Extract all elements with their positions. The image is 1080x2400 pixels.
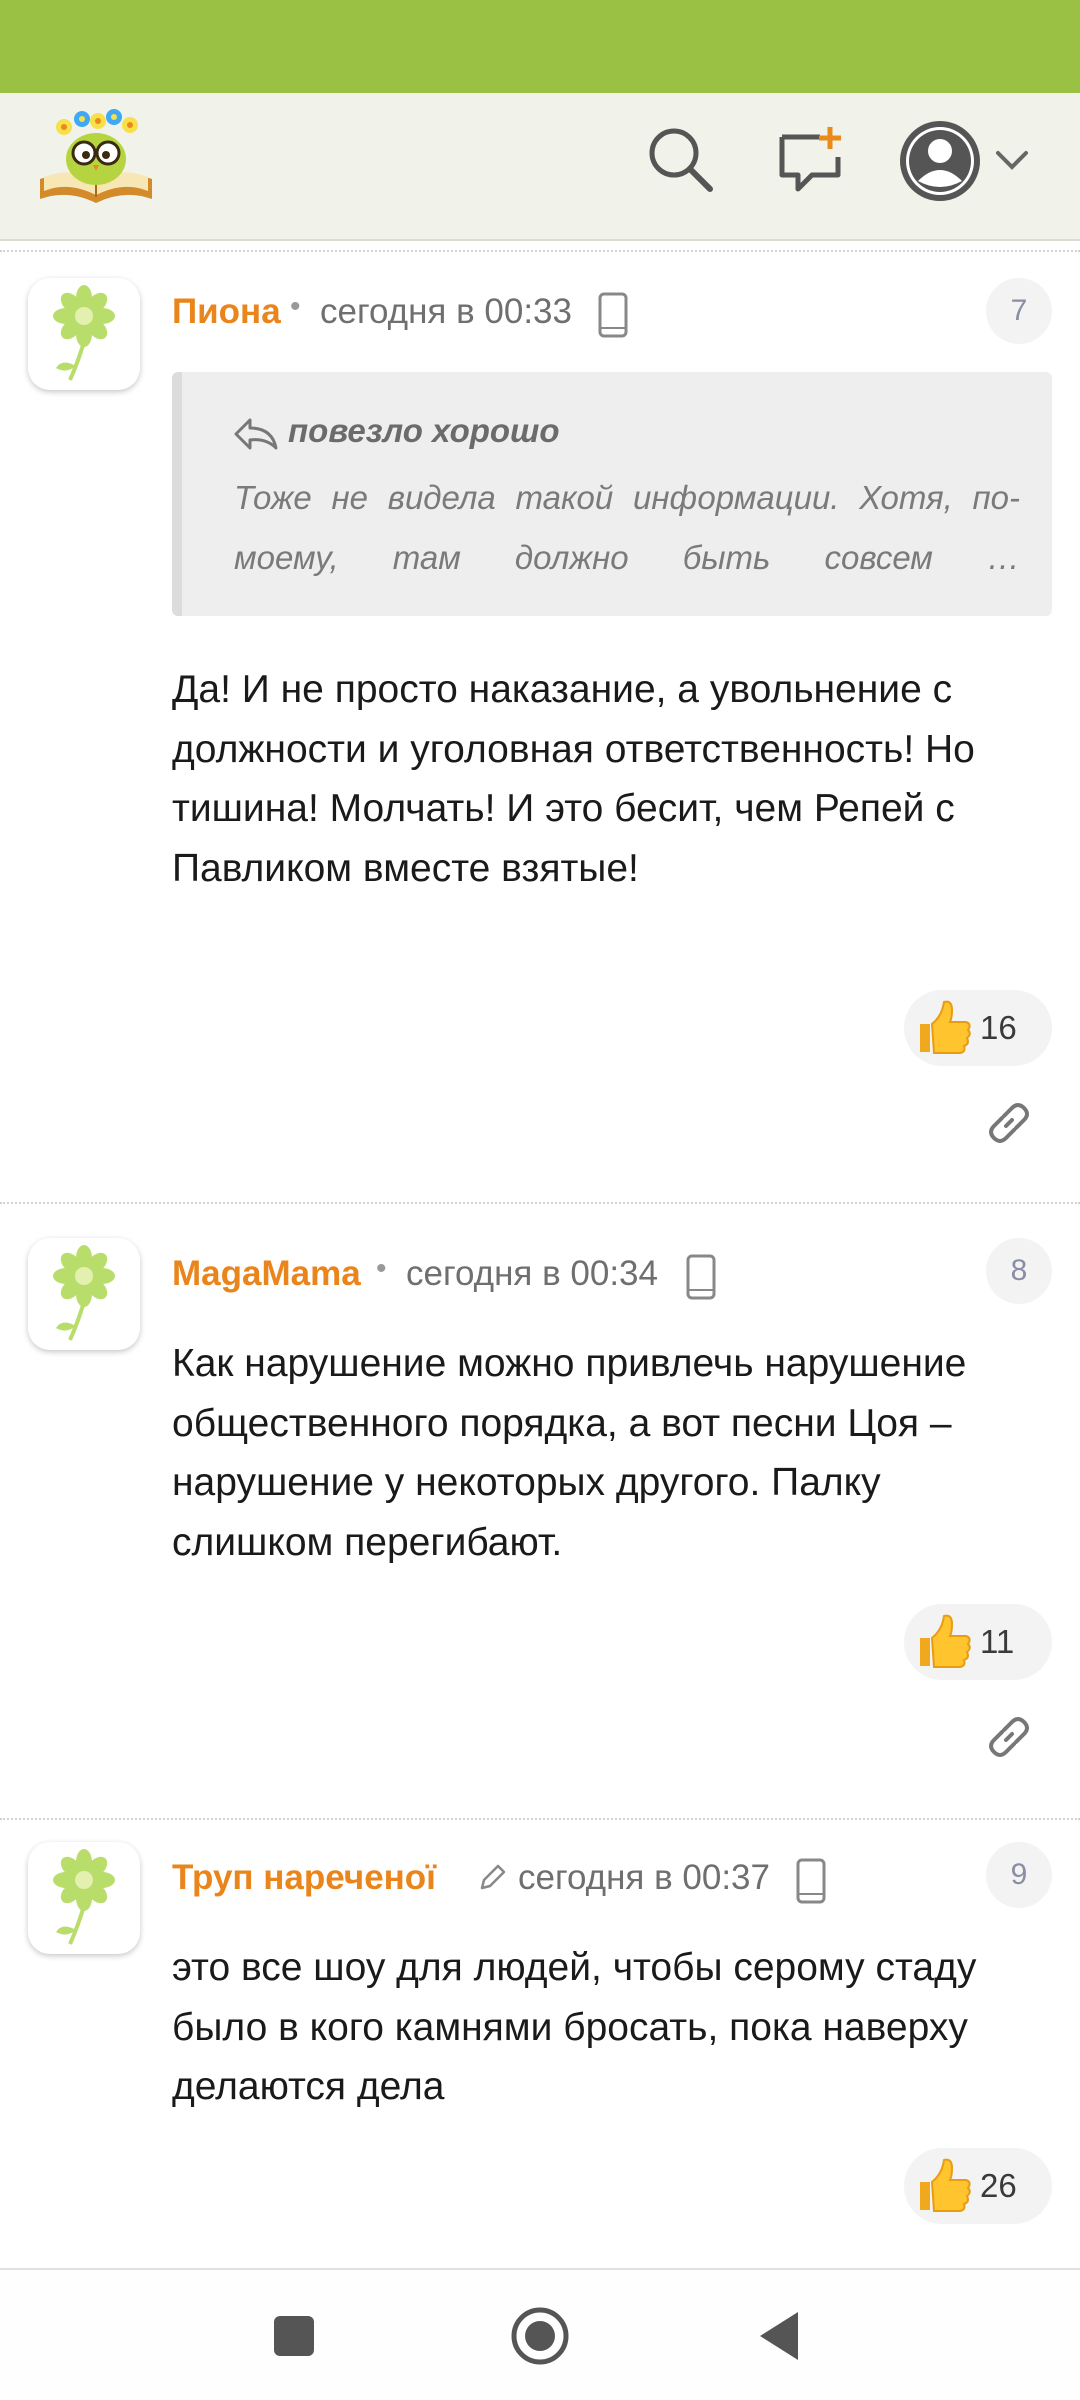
quote-author: повезло хорошо <box>288 412 560 449</box>
back-button[interactable] <box>750 2304 814 2368</box>
flower-avatar-icon <box>53 1245 115 1341</box>
comment-author[interactable]: Пиона <box>172 292 281 332</box>
comment-text: это все шоу для людей, чтобы серому стад… <box>172 1946 977 2108</box>
comment-timestamp: сегодня в 00:33 <box>320 292 572 331</box>
owl-reader-logo[interactable] <box>34 107 158 207</box>
user-avatar-icon <box>900 121 1028 201</box>
mobile-device-icon <box>598 292 628 338</box>
recents-button[interactable] <box>262 2304 326 2368</box>
profile-menu-button[interactable] <box>898 119 1034 203</box>
like-count: 11 <box>980 1623 1015 1660</box>
link-icon[interactable] <box>986 1714 1032 1760</box>
comment-number-badge[interactable]: 7 <box>986 278 1052 344</box>
thumbs-up-icon <box>920 2158 971 2212</box>
comment-text: Как нарушение можно привлечь нарушение о… <box>172 1342 967 1564</box>
comment-author[interactable]: Труп нареченої <box>172 1858 436 1898</box>
comment-timestamp: сегодня в 00:34 <box>406 1254 658 1293</box>
like-count: 16 <box>980 1009 1017 1046</box>
search-icon[interactable] <box>644 123 716 195</box>
like-count: 26 <box>980 2167 1017 2204</box>
thumbs-up-icon <box>920 1614 971 1668</box>
quote-block[interactable]: повезло хорошо Тоже не видела такой инфо… <box>172 372 1052 616</box>
status-bar <box>0 0 1080 93</box>
like-button[interactable]: 16 <box>904 990 1052 1066</box>
mobile-device-icon <box>686 1254 716 1300</box>
divider <box>0 1818 1080 1820</box>
like-button[interactable]: 26 <box>904 2148 1052 2224</box>
link-icon[interactable] <box>986 1100 1032 1146</box>
like-button[interactable]: 11 <box>904 1604 1052 1680</box>
flower-avatar-icon <box>53 285 115 381</box>
avatar[interactable] <box>28 278 140 390</box>
separator-dot: • <box>290 290 301 323</box>
chevron-down-icon <box>996 151 1028 170</box>
new-post-icon[interactable] <box>776 123 848 195</box>
edited-pencil-icon <box>478 1862 508 1892</box>
comment-author[interactable]: MagaMama <box>172 1254 361 1294</box>
avatar[interactable] <box>28 1238 140 1350</box>
avatar[interactable] <box>28 1842 140 1954</box>
divider <box>0 250 1080 252</box>
comment-text: Да! И не просто наказание, а увольнение … <box>172 668 975 890</box>
separator-dot: • <box>376 1252 387 1285</box>
comment-timestamp: сегодня в 00:37 <box>518 1858 770 1897</box>
divider <box>0 1202 1080 1204</box>
reply-arrow-icon <box>232 416 280 452</box>
system-navigation-bar <box>0 2268 1080 2400</box>
quote-text: Тоже не видела такой информации. Хотя, п… <box>234 479 1020 576</box>
comment-number-badge[interactable]: 8 <box>986 1238 1052 1304</box>
mobile-device-icon <box>796 1858 826 1904</box>
app-header <box>0 93 1080 241</box>
home-button[interactable] <box>508 2304 572 2368</box>
thumbs-up-icon <box>920 1000 971 1054</box>
comment-number-badge[interactable]: 9 <box>986 1842 1052 1908</box>
flower-avatar-icon <box>53 1849 115 1945</box>
